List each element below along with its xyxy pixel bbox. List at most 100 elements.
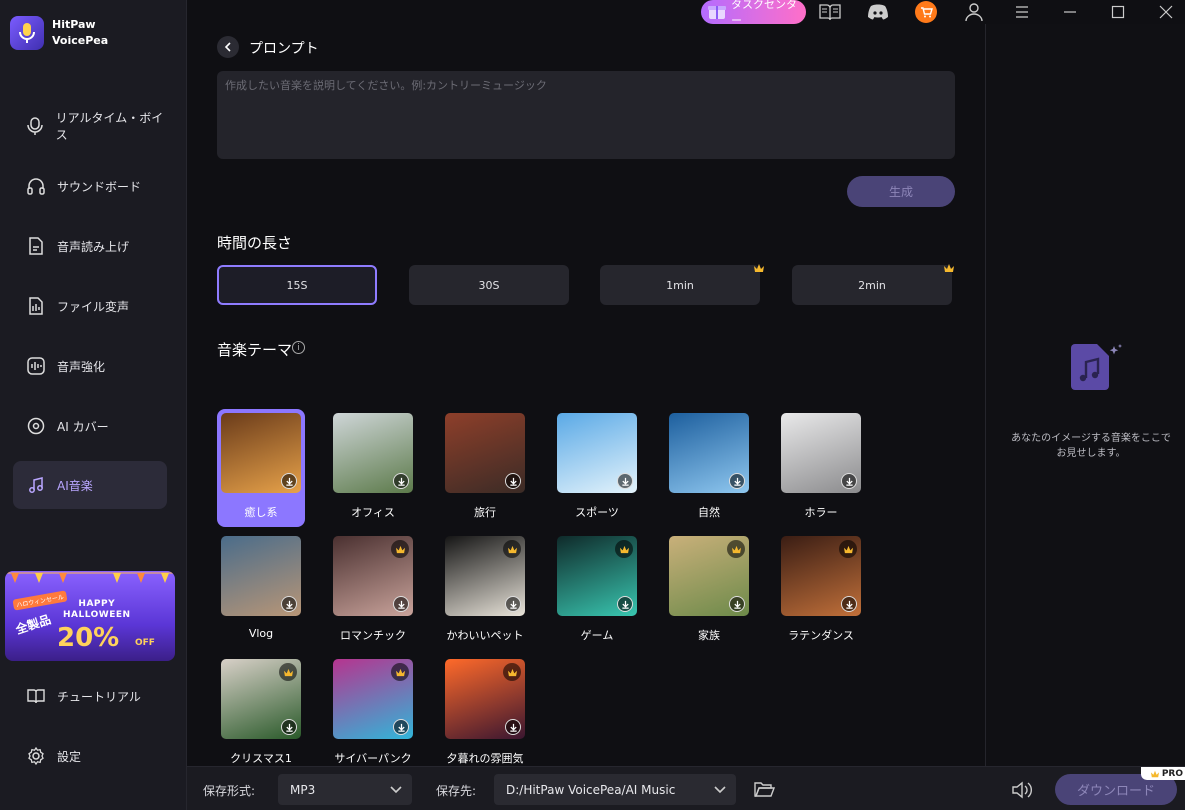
- ai-cover-disc-icon: [25, 415, 47, 437]
- format-label: 保存形式:: [203, 784, 256, 798]
- theme-label: ラテンダンス: [788, 629, 854, 642]
- generate-button[interactable]: 生成: [847, 176, 955, 207]
- download-icon[interactable]: [505, 719, 521, 735]
- theme-label: 旅行: [474, 506, 496, 519]
- sidebar-item-label: サウンドボード: [57, 179, 142, 194]
- download-icon[interactable]: [281, 719, 297, 735]
- crown-icon: [1150, 770, 1159, 777]
- download-icon[interactable]: [729, 596, 745, 612]
- bunting-decoration: [5, 572, 175, 583]
- folder-icon[interactable]: [753, 780, 775, 798]
- bottom-bar: 保存形式: MP3 保存先: D:/HitPaw VoicePea/AI Mus…: [187, 766, 1185, 810]
- theme-card[interactable]: サイバーパンク: [329, 655, 417, 773]
- download-icon[interactable]: [393, 719, 409, 735]
- duration-option-1min[interactable]: 1min: [600, 265, 760, 305]
- theme-card[interactable]: 自然: [665, 409, 753, 527]
- shop-cart-icon[interactable]: [914, 0, 938, 24]
- promo-title-line1: HAPPY: [78, 599, 116, 609]
- theme-card[interactable]: スポーツ: [553, 409, 641, 527]
- download-icon[interactable]: [617, 596, 633, 612]
- theme-card[interactable]: ラテンダンス: [777, 532, 865, 650]
- result-empty-line1: あなたのイメージする音楽をここで: [1011, 433, 1171, 444]
- duration-option-2min[interactable]: 2min: [792, 265, 952, 305]
- theme-thumbnail: [221, 536, 301, 616]
- menu-icon[interactable]: [1010, 0, 1034, 24]
- theme-card[interactable]: 夕暮れの雰囲気: [441, 655, 529, 773]
- theme-thumbnail: [333, 413, 413, 493]
- sidebar: HitPaw VoicePea リアルタイム・ボイス サウンドボード 音声読み上…: [0, 0, 187, 810]
- theme-label: スポーツ: [575, 506, 619, 519]
- sidebar-item-soundboard[interactable]: サウンドボード: [13, 162, 167, 210]
- duration-title: 時間の長さ: [217, 234, 293, 252]
- sidebar-item-file-voice-change[interactable]: ファイル変声: [13, 282, 167, 330]
- theme-thumbnail: [333, 659, 413, 739]
- theme-card[interactable]: ロマンチック: [329, 532, 417, 650]
- theme-card[interactable]: Vlog: [217, 532, 305, 650]
- theme-thumbnail: [669, 536, 749, 616]
- theme-label: 夕暮れの雰囲気: [446, 752, 524, 765]
- info-icon[interactable]: i: [292, 341, 305, 354]
- task-center-button[interactable]: タスクセンター: [701, 0, 806, 27]
- sidebar-item-settings[interactable]: 設定: [13, 732, 167, 780]
- sidebar-item-ai-music[interactable]: AI音楽: [13, 461, 167, 509]
- download-icon[interactable]: [729, 473, 745, 489]
- download-icon[interactable]: [393, 596, 409, 612]
- theme-card[interactable]: 癒し系: [217, 409, 305, 527]
- sidebar-item-voice-enhance[interactable]: 音声強化: [13, 342, 167, 390]
- sidebar-item-tutorial[interactable]: チュートリアル: [13, 672, 167, 720]
- maximize-icon[interactable]: [1106, 0, 1130, 24]
- duration-option-30s[interactable]: 30S: [409, 265, 569, 305]
- theme-card[interactable]: かわいいペット: [441, 532, 529, 650]
- back-button[interactable]: [217, 36, 239, 58]
- chevron-down-icon: [390, 786, 402, 794]
- destination-label: 保存先:: [436, 784, 477, 798]
- music-theme-title: 音楽テーマ: [217, 341, 293, 359]
- minimize-icon[interactable]: [1058, 0, 1082, 24]
- sidebar-item-label: AI音楽: [57, 478, 93, 493]
- download-icon[interactable]: [505, 473, 521, 489]
- theme-thumbnail: [669, 413, 749, 493]
- headphones-icon: [25, 175, 47, 197]
- guide-book-icon[interactable]: [818, 0, 842, 24]
- theme-thumbnail: [445, 659, 525, 739]
- halloween-promo-banner[interactable]: ハロウィンセール 全製品 HAPPY HALLOWEEN 20% OFF: [5, 571, 175, 661]
- download-icon[interactable]: [841, 596, 857, 612]
- theme-thumbnail: [781, 413, 861, 493]
- destination-value: D:/HitPaw VoicePea/AI Music: [506, 782, 676, 797]
- download-icon[interactable]: [281, 596, 297, 612]
- chevron-down-icon: [714, 786, 726, 794]
- gear-icon: [25, 745, 47, 767]
- close-icon[interactable]: [1154, 0, 1178, 24]
- theme-label: サイバーパンク: [334, 752, 412, 765]
- theme-card[interactable]: 旅行: [441, 409, 529, 527]
- sidebar-item-tts[interactable]: 音声読み上げ: [13, 222, 167, 270]
- theme-card[interactable]: 家族: [665, 532, 753, 650]
- download-icon[interactable]: [393, 473, 409, 489]
- destination-select[interactable]: D:/HitPaw VoicePea/AI Music: [494, 774, 736, 805]
- theme-label: クリスマス1: [230, 752, 292, 765]
- volume-icon[interactable]: [1010, 780, 1034, 800]
- app-logo-icon: [10, 16, 44, 50]
- chevron-left-icon: [224, 42, 231, 52]
- format-value: MP3: [290, 782, 316, 797]
- duration-option-15s[interactable]: 15S: [217, 265, 377, 305]
- sidebar-item-realtime-voice[interactable]: リアルタイム・ボイス: [13, 102, 167, 150]
- sidebar-item-ai-cover[interactable]: AI カバー: [13, 402, 167, 450]
- theme-card[interactable]: ゲーム: [553, 532, 641, 650]
- crown-icon: [944, 264, 954, 272]
- download-icon[interactable]: [281, 473, 297, 489]
- discord-icon[interactable]: [866, 0, 890, 24]
- pro-badge: PRO: [1141, 767, 1185, 780]
- download-icon[interactable]: [617, 473, 633, 489]
- user-account-icon[interactable]: [962, 0, 986, 24]
- format-select[interactable]: MP3: [278, 774, 412, 805]
- theme-card[interactable]: ホラー: [777, 409, 865, 527]
- app-name-line1: HitPaw: [52, 18, 96, 31]
- theme-card[interactable]: クリスマス1: [217, 655, 305, 773]
- theme-card[interactable]: オフィス: [329, 409, 417, 527]
- sidebar-item-label: AI カバー: [57, 419, 109, 434]
- download-icon[interactable]: [505, 596, 521, 612]
- download-icon[interactable]: [841, 473, 857, 489]
- crown-icon: [503, 540, 521, 558]
- prompt-input[interactable]: [217, 71, 955, 159]
